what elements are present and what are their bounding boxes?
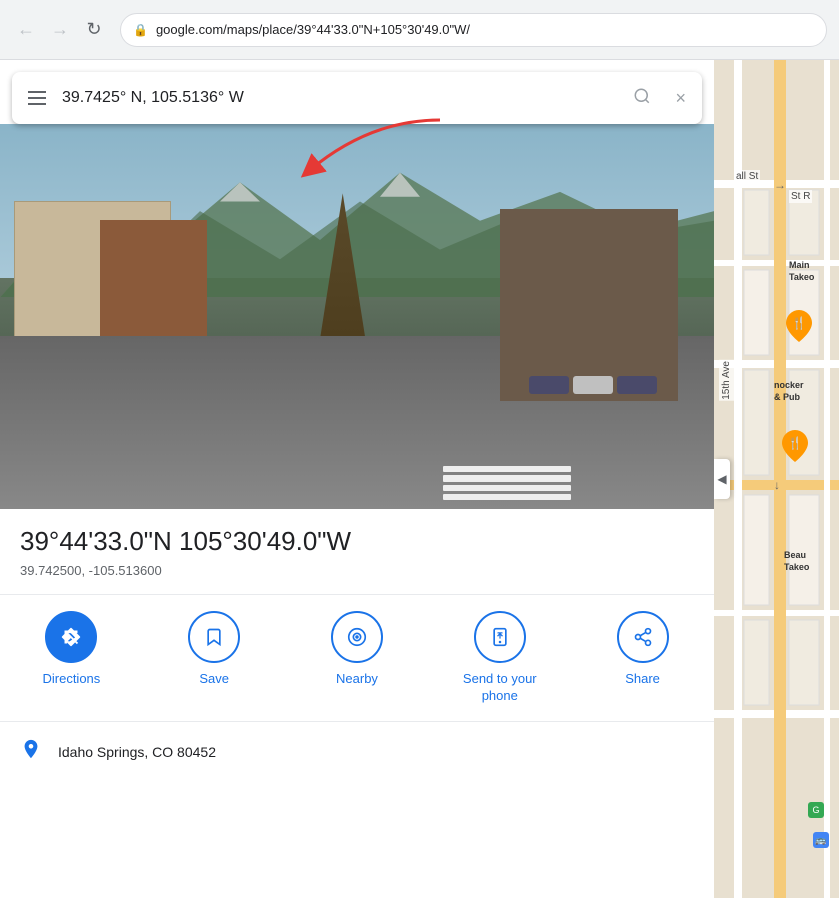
nearby-icon-circle xyxy=(331,611,383,663)
directions-icon-circle xyxy=(45,611,97,663)
address-section: Idaho Springs, CO 80452 xyxy=(0,722,714,782)
map-label-st-r: St R xyxy=(789,190,812,203)
map-green-icon[interactable]: G xyxy=(808,802,824,818)
map-background: all St St R 15th Ave → ↓ 🍴 🍴 MainTakeo xyxy=(714,60,839,898)
nearby-label: Nearby xyxy=(336,671,378,688)
send-to-phone-icon-circle xyxy=(474,611,526,663)
url-text: google.com/maps/place/39°44'33.0"N+105°3… xyxy=(156,22,470,37)
menu-icon[interactable] xyxy=(28,91,46,105)
action-buttons-row: Directions Save Nearby xyxy=(0,595,714,722)
restaurant-pin-1[interactable]: 🍴 xyxy=(786,310,812,347)
back-button[interactable]: ← xyxy=(12,16,40,44)
save-button[interactable]: Save xyxy=(174,611,254,688)
address-text: Idaho Springs, CO 80452 xyxy=(58,744,216,760)
map-label-nocker-pub: nocker& Pub xyxy=(774,380,804,403)
left-panel: 39.7425° N, 105.5136° W × xyxy=(0,60,714,898)
coordinates-dms: 39°44'33.0"N 105°30'49.0"W xyxy=(20,525,694,559)
send-to-phone-label: Send to yourphone xyxy=(463,671,537,705)
save-label: Save xyxy=(199,671,229,688)
nav-buttons: ← → ↻ xyxy=(12,16,108,44)
svg-text:🍴: 🍴 xyxy=(792,316,807,330)
forward-button[interactable]: → xyxy=(46,16,74,44)
search-bar: 39.7425° N, 105.5136° W × xyxy=(12,72,702,124)
map-label-all-st: all St xyxy=(734,170,760,183)
save-icon-circle xyxy=(188,611,240,663)
address-bar[interactable]: 🔒 google.com/maps/place/39°44'33.0"N+105… xyxy=(120,13,827,47)
restaurant-pin-2[interactable]: 🍴 xyxy=(782,430,808,467)
search-button[interactable] xyxy=(633,87,651,110)
coordinates-decimal: 39.742500, -105.513600 xyxy=(20,563,694,578)
location-info: 39°44'33.0"N 105°30'49.0"W 39.742500, -1… xyxy=(0,509,714,595)
map-label-main-takeo: MainTakeo xyxy=(789,260,814,283)
main-layout: 39.7425° N, 105.5136° W × xyxy=(0,60,839,898)
share-label: Share xyxy=(625,671,660,688)
search-query[interactable]: 39.7425° N, 105.5136° W xyxy=(62,89,617,107)
directions-button[interactable]: Directions xyxy=(31,611,111,688)
right-panel-map[interactable]: all St St R 15th Ave → ↓ 🍴 🍴 MainTakeo xyxy=(714,60,839,898)
map-road-arrow2: ↓ xyxy=(774,478,780,492)
send-to-phone-button[interactable]: Send to yourphone xyxy=(460,611,540,705)
lock-icon: 🔒 xyxy=(133,23,148,37)
directions-label: Directions xyxy=(42,671,100,688)
nearby-button[interactable]: Nearby xyxy=(317,611,397,688)
collapse-panel-button[interactable]: ◀ xyxy=(714,459,730,499)
map-label-15th-ave: 15th Ave xyxy=(719,360,734,401)
map-transit-icon[interactable]: 🚌 xyxy=(813,832,829,848)
browser-chrome: ← → ↻ 🔒 google.com/maps/place/39°44'33.0… xyxy=(0,0,839,60)
svg-text:🍴: 🍴 xyxy=(788,436,803,450)
reload-button[interactable]: ↻ xyxy=(80,16,108,44)
share-button[interactable]: Share xyxy=(603,611,683,688)
street-view-image[interactable] xyxy=(0,124,714,509)
map-road-arrow: → xyxy=(774,178,786,192)
location-pin-icon xyxy=(20,738,42,766)
clear-search-button[interactable]: × xyxy=(675,88,686,109)
map-label-beau-takeo: BeauTakeo xyxy=(784,550,809,573)
share-icon-circle xyxy=(617,611,669,663)
